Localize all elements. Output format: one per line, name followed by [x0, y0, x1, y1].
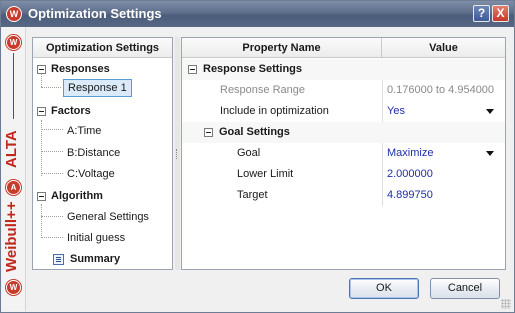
- alta-brand-text: ALTA: [3, 130, 20, 168]
- tree-item-voltage[interactable]: C:Voltage: [63, 165, 115, 183]
- collapse-icon[interactable]: [37, 191, 46, 201]
- tree-group-responses[interactable]: Responses: [37, 60, 110, 78]
- brand-divider: [13, 53, 14, 119]
- column-header-value[interactable]: Value: [382, 38, 505, 58]
- select-value: Maximize: [387, 147, 434, 159]
- help-button[interactable]: ?: [473, 5, 490, 22]
- property-label: Goal: [237, 147, 261, 159]
- collapse-icon[interactable]: [204, 127, 213, 137]
- weibull-logo-icon: W: [6, 280, 21, 295]
- row-include-in-optimization[interactable]: Include in optimization Yes: [182, 101, 505, 122]
- lower-limit-input[interactable]: 2.000000: [387, 164, 500, 185]
- dialog-title: Optimization Settings: [28, 6, 162, 21]
- settings-tree: Optimization Settings Responses Response…: [32, 37, 173, 270]
- tree-item-initial-guess[interactable]: Initial guess: [63, 229, 125, 247]
- chevron-down-icon[interactable]: [486, 109, 494, 114]
- category-goal-settings[interactable]: Goal Settings: [182, 122, 505, 143]
- tree-item-summary[interactable]: Summary: [53, 250, 120, 268]
- property-label: Lower Limit: [237, 168, 294, 180]
- grid-header: Property Name Value: [182, 38, 505, 58]
- row-lower-limit[interactable]: Lower Limit 2.000000: [182, 164, 505, 185]
- cancel-button[interactable]: Cancel: [430, 278, 500, 299]
- target-input[interactable]: 4.899750: [387, 185, 500, 206]
- row-response-range: Response Range 0.176000 to 4.954000: [182, 80, 505, 101]
- weibull-logo-icon: W: [6, 35, 21, 50]
- response-range-value: 0.176000 to 4.954000: [387, 84, 495, 96]
- property-label: Target: [237, 189, 268, 201]
- property-label: Include in optimization: [220, 105, 329, 117]
- tree-group-algorithm[interactable]: Algorithm: [37, 187, 103, 205]
- category-response-settings[interactable]: Response Settings: [182, 59, 505, 80]
- property-grid: Property Name Value Response Settings Re…: [181, 37, 506, 270]
- goal-select[interactable]: Maximize: [387, 143, 500, 164]
- tree-group-factors[interactable]: Factors: [37, 102, 91, 120]
- collapse-icon[interactable]: [37, 64, 46, 74]
- weibull-brand-text: Weibull++: [3, 201, 20, 273]
- summary-icon: [53, 253, 64, 265]
- resize-grip-icon[interactable]: [501, 299, 511, 309]
- tree-header: Optimization Settings: [33, 38, 172, 58]
- close-button[interactable]: X: [492, 5, 509, 22]
- property-label: Response Range: [220, 84, 306, 96]
- optimization-settings-dialog: W Optimization Settings ? X W ALTA A Wei…: [0, 0, 515, 313]
- ok-button[interactable]: OK: [349, 278, 419, 299]
- tree-item-time[interactable]: A:Time: [63, 122, 101, 140]
- weibull-logo-icon: W: [6, 6, 22, 22]
- collapse-icon[interactable]: [37, 106, 46, 116]
- brand-strip: W ALTA A Weibull++ W: [2, 27, 26, 311]
- collapse-icon[interactable]: [188, 64, 197, 74]
- tree-item-distance[interactable]: B:Distance: [63, 144, 120, 162]
- panel-splitter[interactable]: [175, 37, 180, 270]
- chevron-down-icon[interactable]: [486, 151, 494, 156]
- tree-item-response-1[interactable]: Response 1: [63, 79, 132, 97]
- column-header-property-name[interactable]: Property Name: [182, 38, 382, 58]
- select-value: Yes: [387, 105, 405, 117]
- row-target[interactable]: Target 4.899750: [182, 185, 505, 206]
- tree-item-general-settings[interactable]: General Settings: [63, 208, 149, 226]
- include-in-optimization-select[interactable]: Yes: [387, 101, 500, 122]
- alta-logo-icon: A: [6, 180, 21, 195]
- row-goal[interactable]: Goal Maximize: [182, 143, 505, 164]
- splitter-grip-icon[interactable]: [176, 149, 179, 159]
- title-bar[interactable]: W Optimization Settings ? X: [1, 1, 514, 27]
